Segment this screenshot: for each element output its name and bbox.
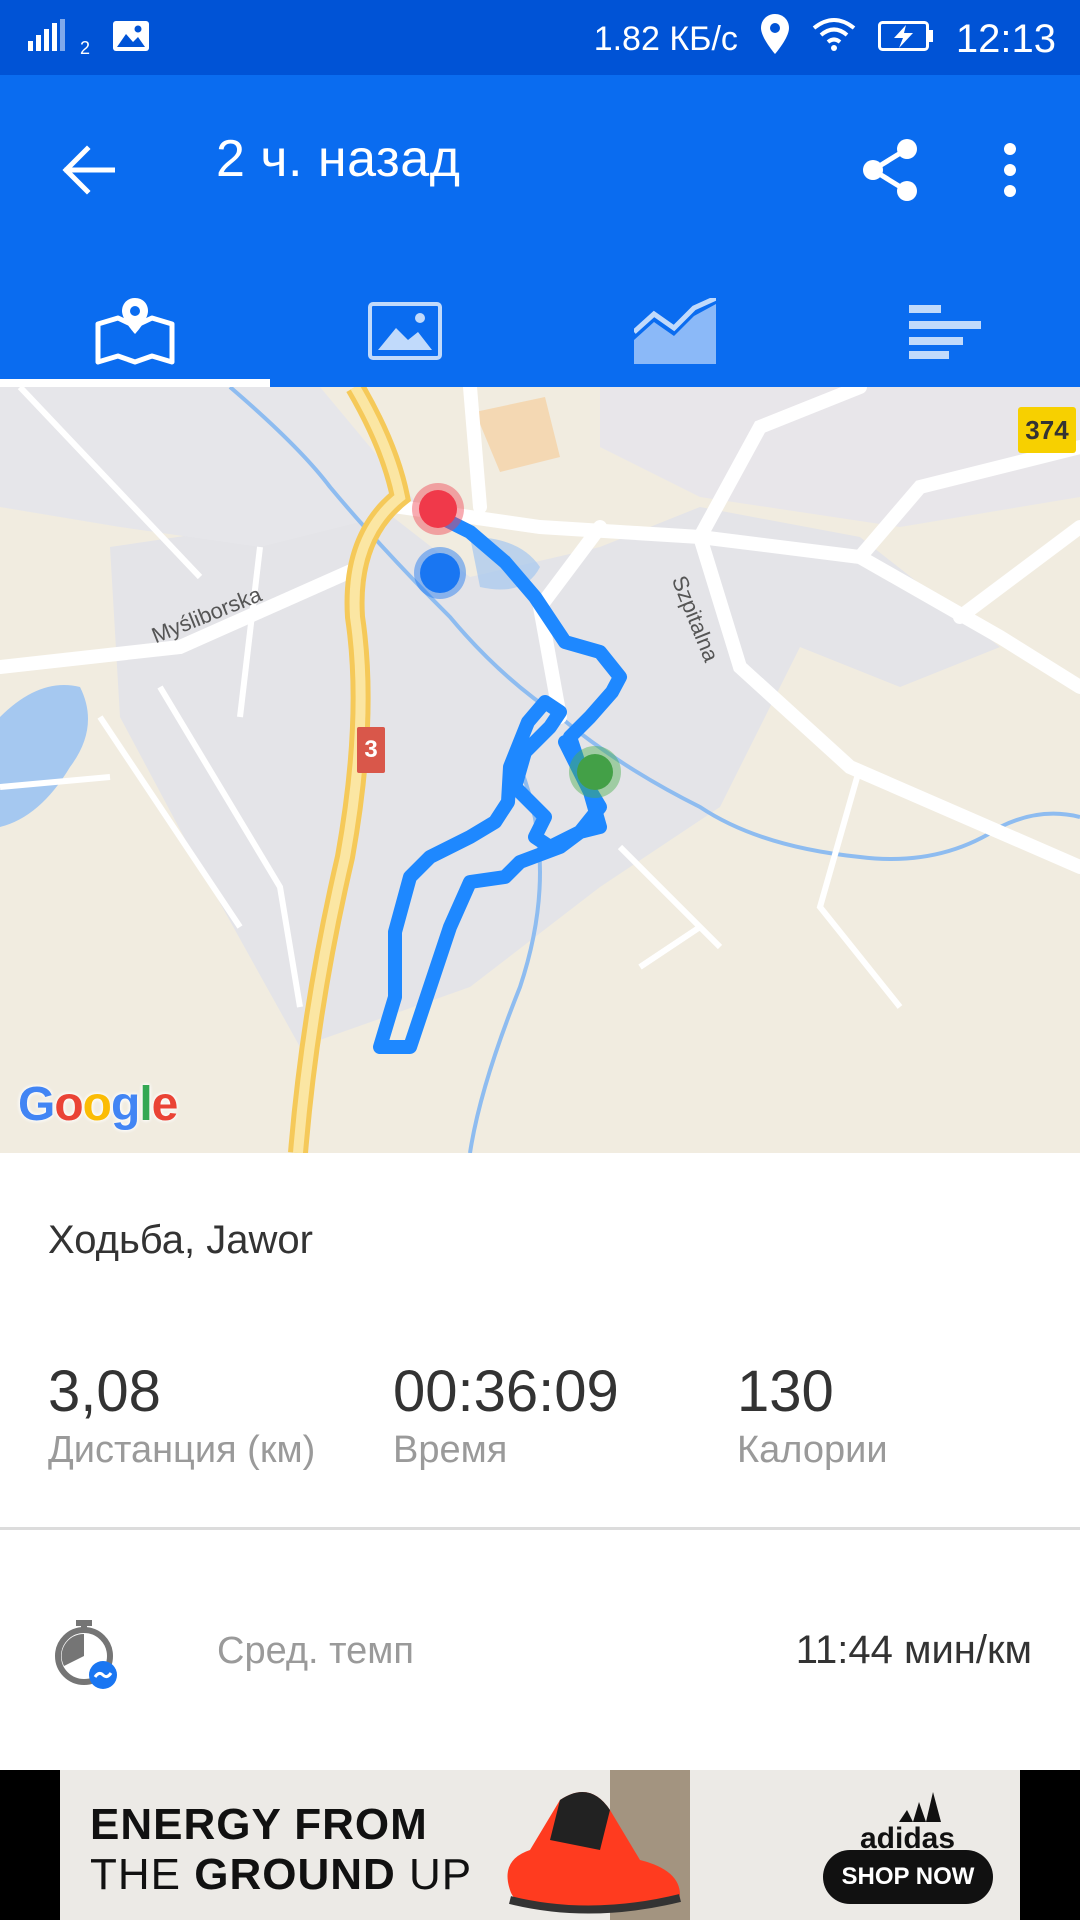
map-canvas <box>0 387 1080 1153</box>
back-button[interactable] <box>48 130 128 210</box>
shop-now-button[interactable]: SHOP NOW <box>823 1850 993 1904</box>
page-title: 2 ч. назад <box>216 130 461 188</box>
tab-bar <box>0 275 1080 387</box>
image-icon <box>112 20 150 57</box>
stat-calories: 130 Калории <box>737 1358 888 1472</box>
list-icon <box>909 305 981 359</box>
status-bar: 2 1.82 КБ/с 12:13 <box>0 0 1080 75</box>
stat-distance: 3,08 Дистанция (км) <box>48 1358 315 1472</box>
share-button[interactable] <box>850 125 930 215</box>
tab-details[interactable] <box>810 275 1080 387</box>
road-shield-3: 3 <box>357 727 385 773</box>
photo-icon <box>368 302 442 360</box>
time-value: 00:36:09 <box>393 1359 619 1424</box>
app-bar: 2 ч. назад <box>0 75 1080 387</box>
tab-charts[interactable] <box>540 275 810 387</box>
share-icon <box>863 139 917 201</box>
ad-headline-line2: THE GROUND UP <box>90 1850 472 1900</box>
divider <box>0 1527 1080 1530</box>
ad-line2-part-c: UP <box>409 1850 473 1899</box>
ad-line2-part-a: THE <box>90 1850 181 1899</box>
map-icon <box>95 298 175 365</box>
stopwatch-icon <box>55 1620 117 1689</box>
tab-photos[interactable] <box>270 275 540 387</box>
shoe-image <box>507 1770 690 1920</box>
calories-value: 130 <box>737 1359 834 1424</box>
distance-value: 3,08 <box>48 1359 161 1424</box>
more-options-button[interactable] <box>975 125 1045 215</box>
stat-time: 00:36:09 Время <box>393 1358 619 1472</box>
arrow-back-icon <box>62 145 115 195</box>
ad-headline-line1: ENERGY FROM <box>90 1800 428 1849</box>
road-shield-374: 374 <box>1018 407 1076 453</box>
calories-label: Калории <box>737 1429 888 1471</box>
ad-banner[interactable]: ENERGY FROM THE GROUND UP adidas SHOP NO… <box>0 1770 1080 1920</box>
ad-line2-part-b: GROUND <box>194 1850 396 1899</box>
time-label: Время <box>393 1429 508 1471</box>
route-map[interactable]: Myśliborska Szpitalna 374 3 Google <box>0 387 1080 1153</box>
wifi-icon <box>812 17 856 61</box>
avg-pace-row: Сред. темп 11:44 мин/км <box>0 1610 1080 1700</box>
avg-pace-label: Сред. темп <box>217 1630 414 1672</box>
chart-icon <box>634 298 716 364</box>
tab-map[interactable] <box>0 275 270 387</box>
ad-content[interactable]: ENERGY FROM THE GROUND UP adidas SHOP NO… <box>60 1770 1020 1920</box>
sim-number: 2 <box>80 38 91 58</box>
battery-charging-icon <box>877 18 934 61</box>
network-speed: 1.82 КБ/с <box>593 19 738 58</box>
avg-pace-value: 11:44 мин/км <box>795 1628 1032 1672</box>
location-pin-icon <box>760 14 790 64</box>
google-logo: Google <box>18 1078 178 1131</box>
more-vert-icon <box>1004 143 1016 197</box>
clock: 12:13 <box>955 16 1056 61</box>
distance-label: Дистанция (км) <box>48 1429 316 1471</box>
signal-bars-icon <box>28 19 76 58</box>
activity-title: Ходьба, Jawor <box>48 1218 313 1262</box>
